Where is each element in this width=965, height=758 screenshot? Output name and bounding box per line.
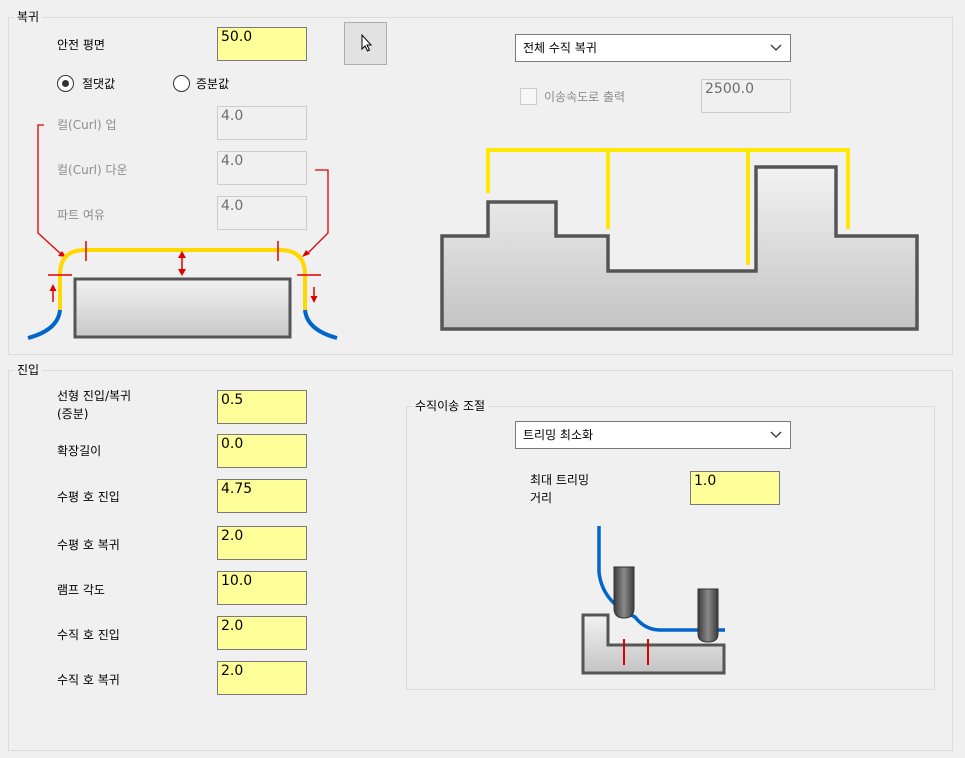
safe-plane-input[interactable]: 50.0: [217, 27, 307, 61]
vertical-arc-entry-label: 수직 호 진입: [57, 628, 120, 642]
entry-group-title: 진입: [14, 363, 43, 377]
vertical-arc-exit-input[interactable]: 2.0: [217, 661, 307, 695]
ramp-angle-input[interactable]: 10.0: [217, 571, 307, 605]
cursor-arrow-icon: [361, 33, 373, 52]
incremental-radio[interactable]: [173, 75, 190, 92]
vertical-move-group-title: 수직이송 조절: [412, 399, 489, 413]
ramp-angle-label: 램프 각도: [57, 583, 105, 597]
curl-retract-illustration: [27, 124, 338, 340]
retract-mode-select[interactable]: 전체 수직 복귀: [515, 34, 791, 62]
horizontal-arc-exit-input[interactable]: 2.0: [217, 526, 307, 560]
absolute-radio[interactable]: [57, 75, 74, 92]
chevron-down-icon: [770, 44, 782, 51]
horizontal-arc-exit-label: 수평 호 복귀: [57, 538, 120, 552]
linear-entry-input[interactable]: 0.5: [217, 390, 307, 424]
extension-input[interactable]: 0.0: [217, 434, 307, 468]
output-at-feed-label: 이송속도로 출력: [544, 90, 626, 104]
vertical-arc-entry-input[interactable]: 2.0: [217, 616, 307, 650]
extension-label: 확장길이: [57, 444, 102, 458]
max-trim-label-line1: 최대 트리밍: [530, 473, 590, 487]
incremental-radio-label: 증분값: [196, 77, 230, 91]
vertical-arc-exit-label: 수직 호 복귀: [57, 673, 120, 687]
horizontal-arc-entry-label: 수평 호 진입: [57, 490, 120, 504]
safe-plane-label: 안전 평면: [57, 38, 105, 52]
horizontal-arc-entry-input[interactable]: 4.75: [217, 479, 307, 513]
linear-entry-label-line1: 선형 진입/복귀: [57, 389, 132, 403]
retract-mode-value: 전체 수직 복귀: [523, 41, 597, 55]
trim-illustration: [581, 526, 726, 675]
retract-group-title: 복귀: [14, 10, 43, 24]
absolute-radio-label: 절댓값: [82, 77, 116, 91]
linear-entry-label-line2: (증분): [57, 407, 89, 421]
feed-rate-input[interactable]: 2500.0: [701, 79, 791, 113]
vertical-retract-illustration: [440, 148, 919, 331]
max-trim-label-line2: 거리: [530, 491, 553, 505]
pick-safe-plane-button[interactable]: [344, 22, 387, 65]
chevron-down-icon: [770, 431, 782, 438]
trim-mode-select[interactable]: 트리밍 최소화: [515, 421, 791, 449]
max-trim-input[interactable]: 1.0: [690, 471, 780, 505]
trim-mode-value: 트리밍 최소화: [523, 428, 594, 442]
output-at-feed-checkbox[interactable]: [520, 88, 537, 105]
